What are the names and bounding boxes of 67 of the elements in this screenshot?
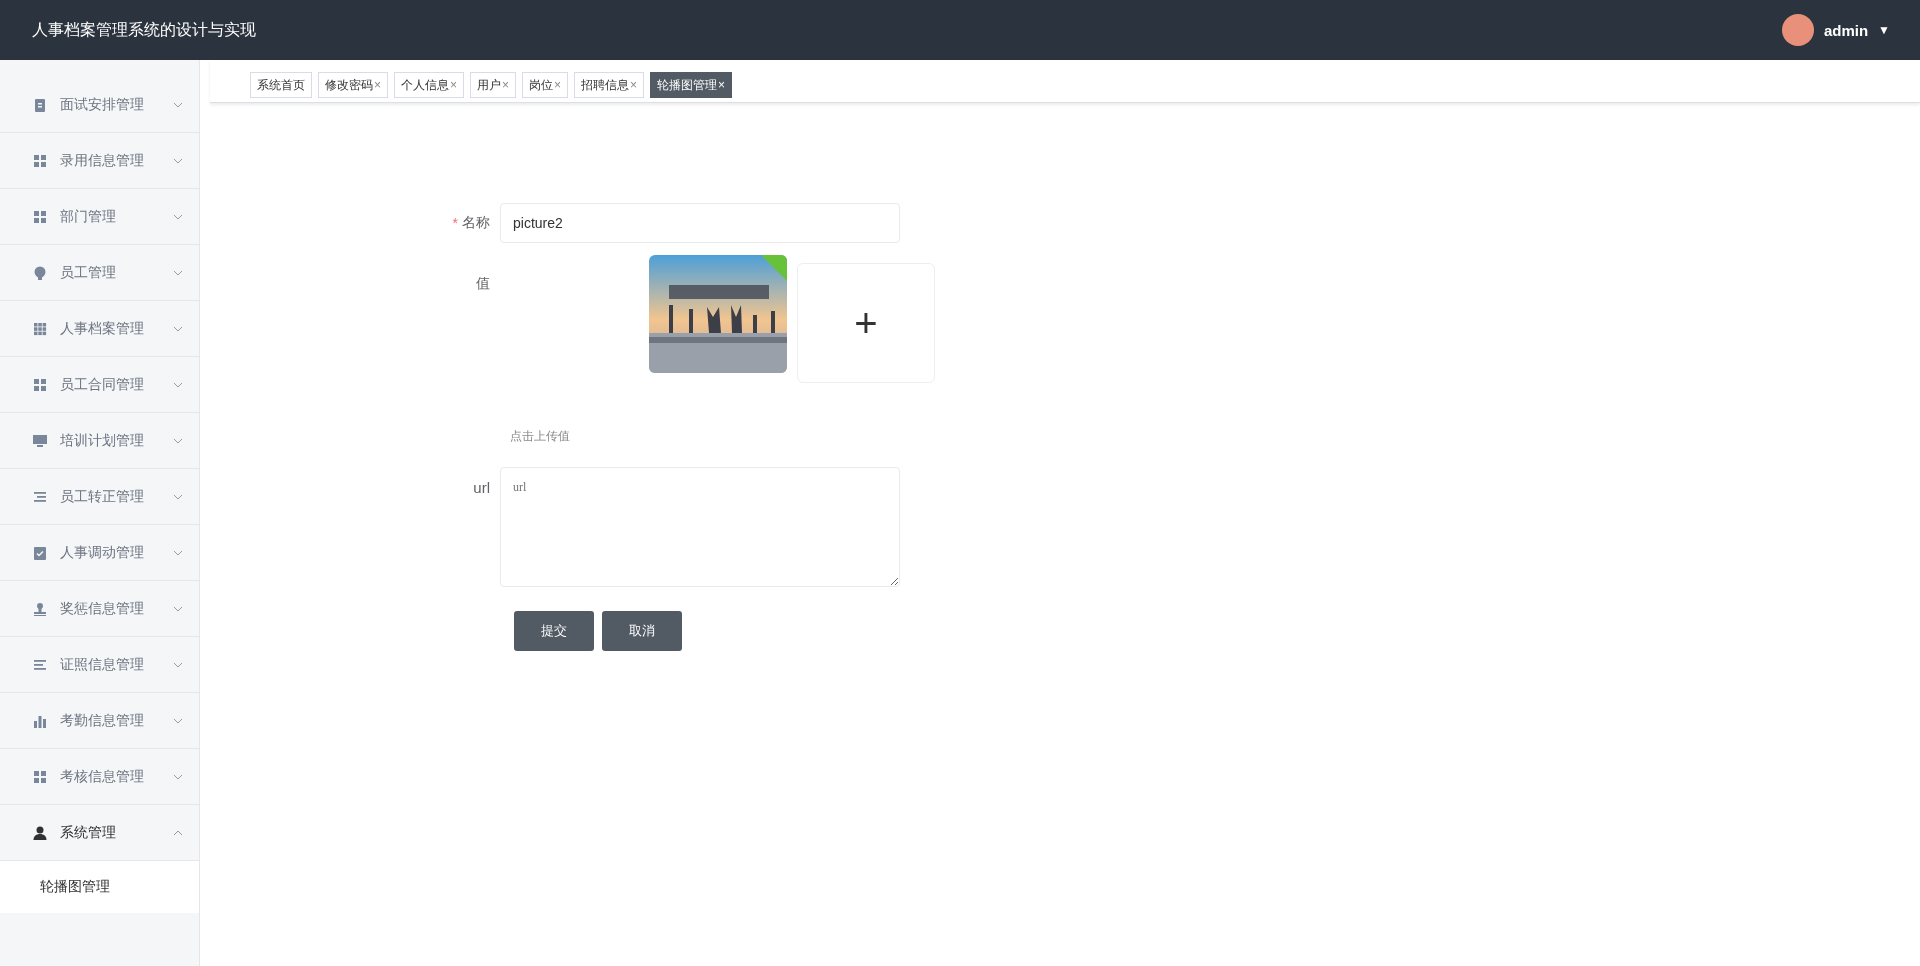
user-icon (32, 824, 48, 841)
close-icon[interactable]: × (718, 78, 726, 92)
user-name[interactable]: admin (1823, 21, 1869, 39)
grid-icon (32, 768, 48, 785)
close-icon[interactable]: × (554, 78, 562, 92)
required-mark: * (452, 215, 458, 231)
chevron-down-icon (173, 605, 183, 612)
stamp-icon (32, 600, 48, 617)
monitor-icon (32, 432, 48, 449)
clipboard-icon (32, 96, 48, 113)
field-label: 值 (476, 275, 490, 293)
chevron-down-icon (173, 101, 183, 108)
field-label: url (473, 479, 490, 498)
grid-icon (32, 376, 48, 393)
chevron-down-icon (173, 493, 183, 500)
menu-item[interactable]: 考勤信息管理 (0, 693, 199, 749)
tab[interactable]: 系统首页 (250, 72, 312, 98)
menu-item[interactable]: 员工转正管理 (0, 469, 199, 525)
submit-button[interactable]: 提交 (514, 611, 594, 651)
chevron-down-icon (173, 661, 183, 668)
chevron-down-icon (173, 773, 183, 780)
close-icon[interactable]: × (450, 78, 458, 92)
tab[interactable]: 修改密码× (318, 72, 388, 98)
tab[interactable]: 招聘信息× (574, 72, 645, 98)
tab[interactable]: 岗位× (522, 72, 569, 98)
tab[interactable]: 用户× (470, 72, 517, 98)
chevron-down-icon (173, 213, 183, 220)
chevron-down-icon (173, 717, 183, 724)
menu-item[interactable]: 录用信息管理 (0, 133, 199, 189)
submenu-item[interactable]: 轮播图管理 (0, 861, 199, 913)
close-icon[interactable]: × (374, 78, 381, 92)
menu-item[interactable]: 考核信息管理 (0, 749, 199, 805)
bulb-icon (32, 264, 48, 281)
grid-icon (32, 152, 48, 169)
menu-item[interactable]: 人事调动管理 (0, 525, 199, 581)
caret-icon[interactable]: ▼ (1878, 23, 1890, 37)
menu-item[interactable]: 员工合同管理 (0, 357, 199, 413)
url-field[interactable]: url (500, 467, 900, 587)
chevron-down-icon (173, 381, 183, 388)
avatar[interactable] (1781, 14, 1814, 46)
chevron-down-icon (173, 157, 183, 164)
grid-icon (32, 208, 48, 225)
menu-item[interactable]: 员工管理 (0, 245, 199, 301)
chevron-down-icon (173, 437, 183, 444)
grid-icon (32, 320, 48, 337)
chevron-down-icon (173, 549, 183, 556)
chevron-up-icon (173, 829, 183, 836)
menu-item[interactable]: 面试安排管理 (0, 77, 199, 133)
upload-button[interactable]: + (797, 263, 935, 383)
upload-hint: 点击上传值 (510, 428, 571, 445)
name-field[interactable]: picture2 (500, 203, 900, 243)
menu-item[interactable]: 证照信息管理 (0, 637, 199, 693)
field-label: 名称 (462, 214, 490, 232)
menu-item[interactable]: 部门管理 (0, 189, 199, 245)
chevron-down-icon (173, 269, 183, 276)
tab[interactable]: 个人信息× (394, 72, 465, 98)
tab[interactable]: 轮播图管理× (650, 72, 733, 98)
close-icon[interactable]: × (630, 78, 638, 92)
menu-item[interactable]: 人事档案管理 (0, 301, 199, 357)
app-title: 人事档案管理系统的设计与实现 (32, 19, 256, 40)
cancel-button[interactable]: 取消 (602, 611, 682, 651)
close-icon[interactable]: × (502, 78, 510, 92)
clipboard-check-icon (32, 544, 48, 561)
menu-item[interactable]: 奖惩信息管理 (0, 581, 199, 637)
chevron-down-icon (173, 325, 183, 332)
success-corner-icon (761, 255, 787, 281)
menu-item[interactable]: 培训计划管理 (0, 413, 199, 469)
